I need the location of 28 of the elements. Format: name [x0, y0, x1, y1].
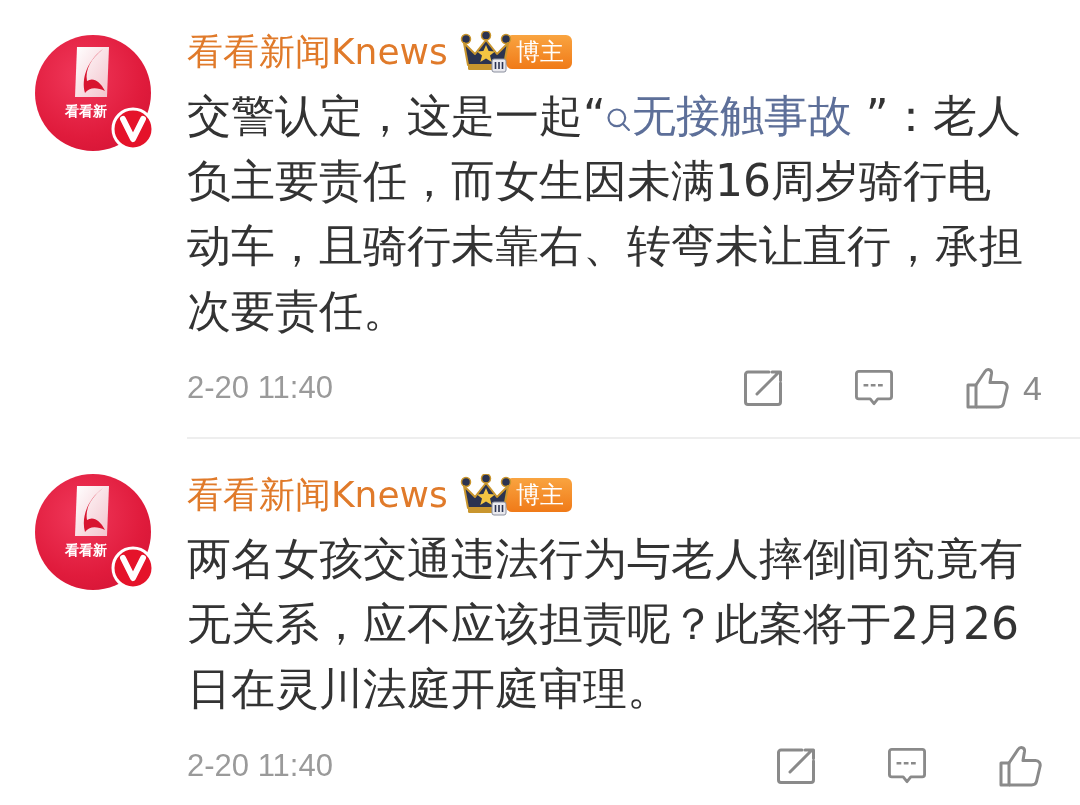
thumbs-up-icon	[965, 367, 1010, 409]
like-button[interactable]	[998, 745, 1042, 787]
avatar[interactable]: 看看新	[35, 35, 151, 151]
post-text: 交警认定，这是一起“ 无接触事故 ”：老人负主要责任，而女生因未满16周岁骑行电动车，且骑行未靠右、转弯未让直行，承担次要责任。	[187, 89, 1024, 338]
user-name[interactable]: 看看新闻Knews	[187, 27, 448, 77]
search-icon	[605, 107, 631, 132]
share-icon	[776, 747, 816, 785]
topic-link[interactable]: 无接触事故	[605, 90, 852, 141]
post-text: 两名女孩交通违法行为与老人摔倒间究竟有无关系，应不应该担责呢？此案将于2月26日在灵川法庭开庭审理。	[187, 532, 1024, 716]
comment-icon	[854, 369, 895, 407]
blogger-tag: 博主	[505, 35, 572, 69]
crown-icon	[459, 474, 512, 516]
blogger-tag: 博主	[505, 478, 572, 512]
comment-button[interactable]	[887, 747, 927, 785]
thumbs-up-icon	[998, 745, 1042, 787]
share-button[interactable]	[743, 369, 784, 407]
user-name[interactable]: 看看新闻Knews	[187, 470, 448, 520]
comment-icon	[887, 747, 927, 785]
comment-button[interactable]	[854, 369, 895, 407]
share-icon	[743, 369, 784, 407]
avatar-caption: 看看新	[65, 542, 107, 558]
post-time: 2-20 11:40	[187, 370, 333, 406]
avatar[interactable]: 看看新	[35, 474, 151, 590]
crown-icon	[459, 31, 512, 73]
share-button[interactable]	[776, 747, 816, 785]
like-button[interactable]: 4	[965, 367, 1042, 409]
avatar-caption: 看看新	[65, 103, 107, 119]
post-time: 2-20 11:40	[187, 748, 333, 784]
